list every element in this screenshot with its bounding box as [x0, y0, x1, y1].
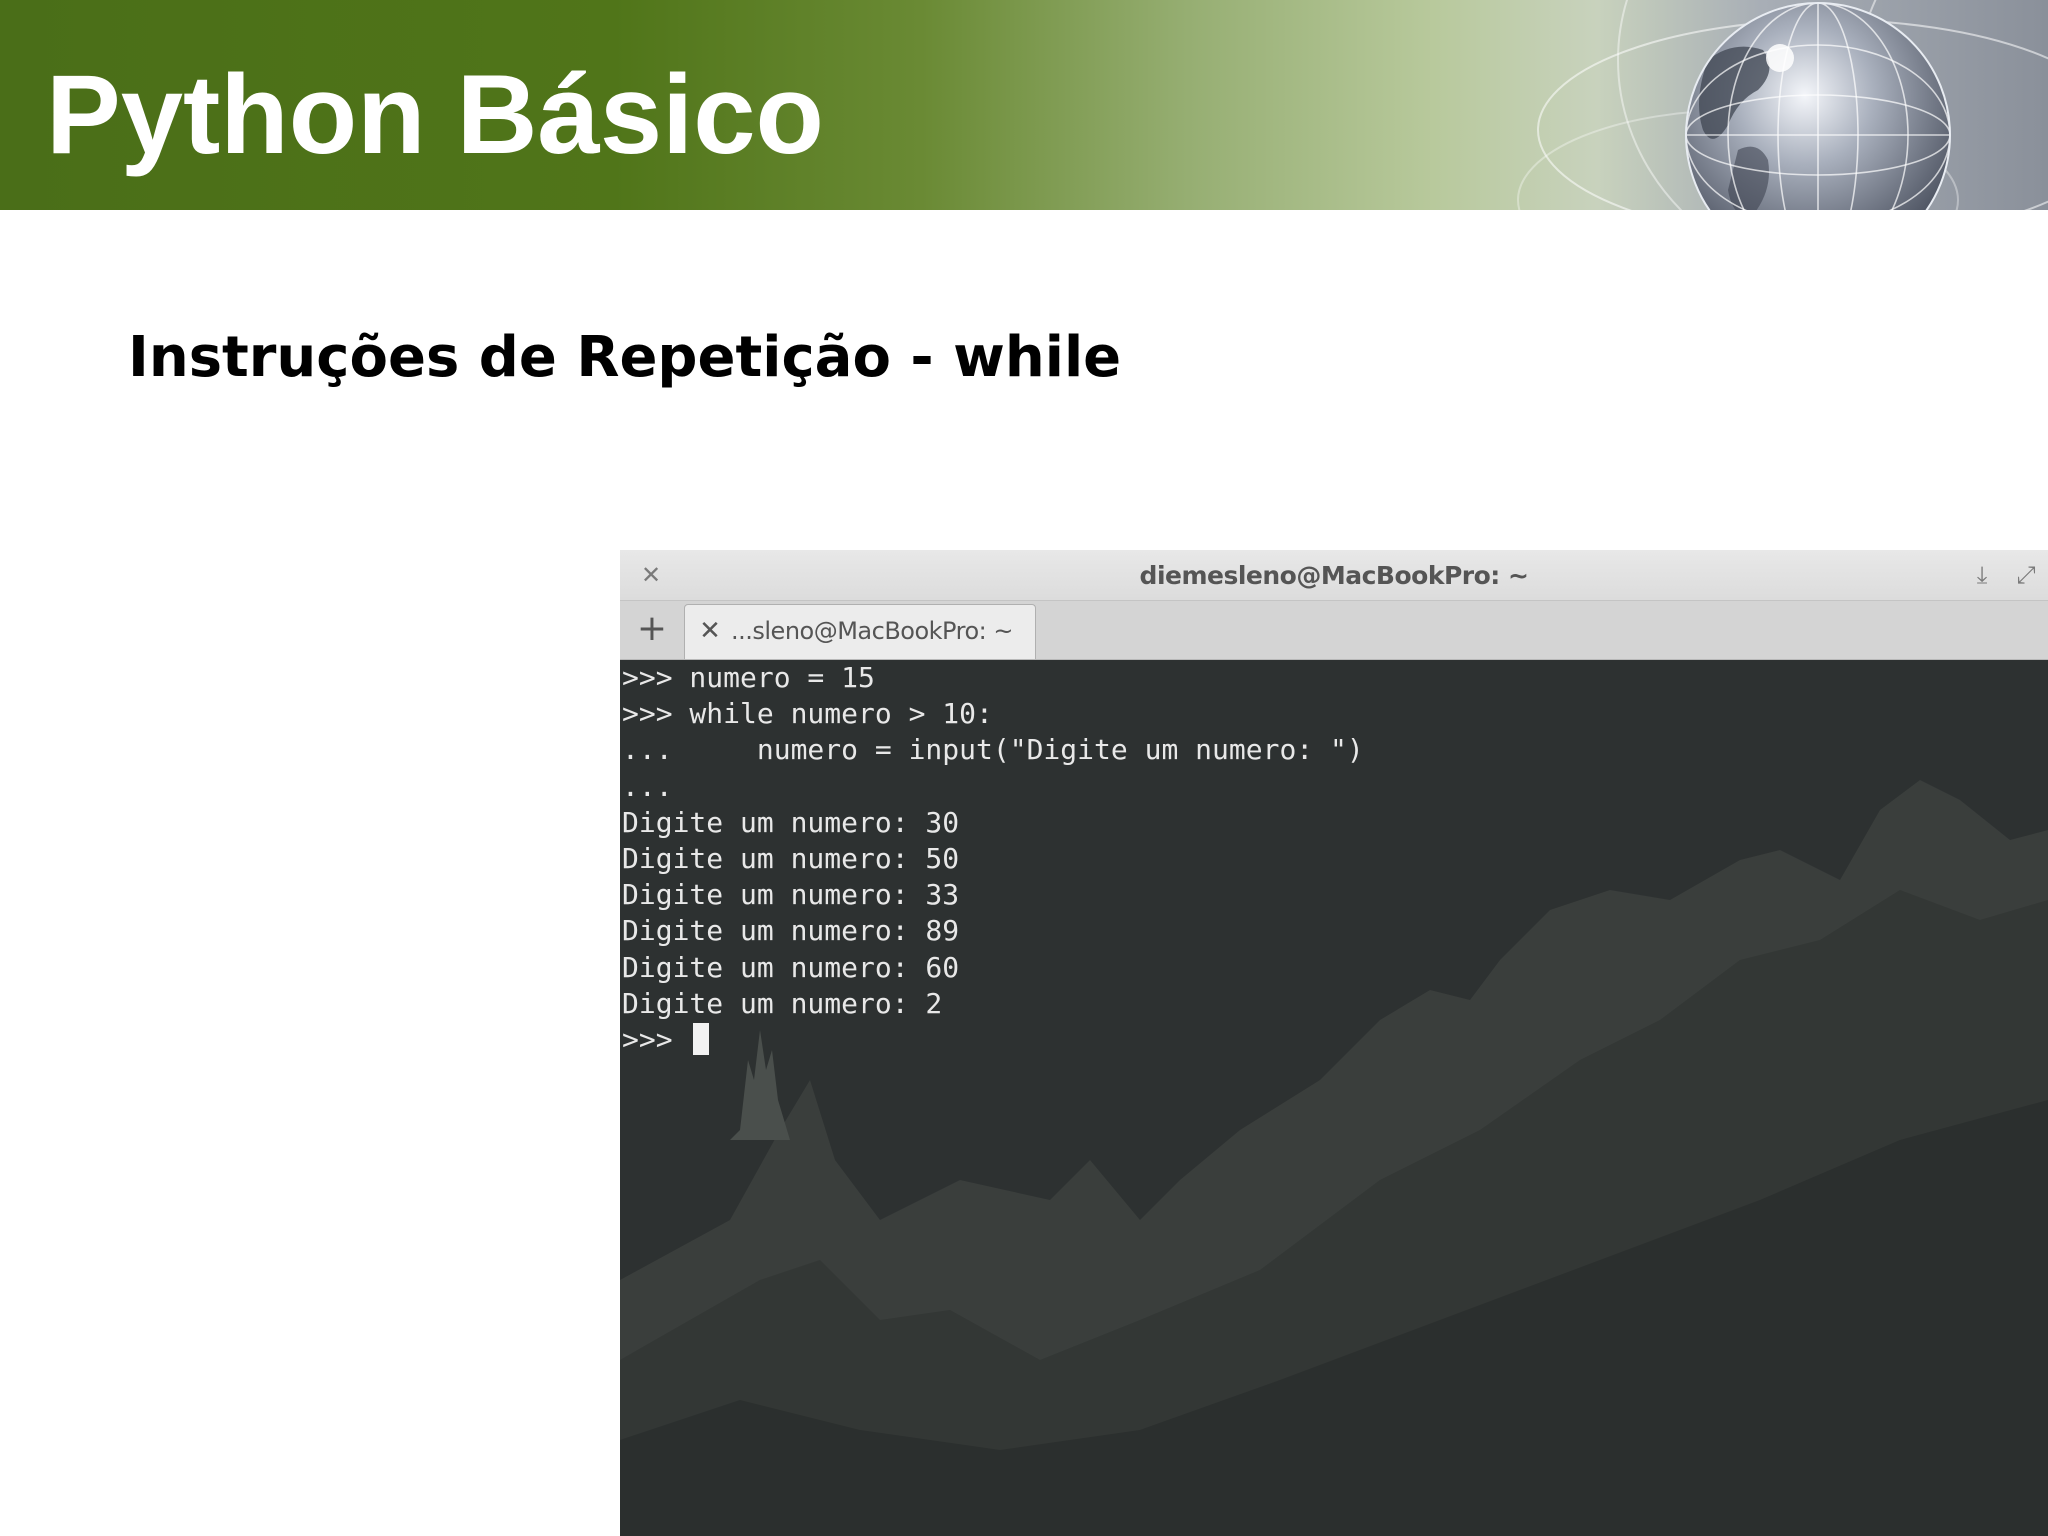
maximize-icon[interactable]: ⤢	[2012, 560, 2040, 590]
terminal-prompt-line[interactable]: >>>	[622, 1022, 1364, 1058]
terminal-output[interactable]: >>> numero = 15 >>> while numero > 10: .…	[620, 660, 2048, 1536]
terminal-line: Digite um numero: 2	[622, 986, 943, 1020]
download-icon[interactable]: ⤓	[1968, 560, 1996, 590]
terminal-line: ...	[622, 769, 673, 803]
window-title: diemesleno@MacBookPro: ~	[1139, 561, 1529, 590]
header-banner: Python Básico	[0, 0, 2048, 210]
globe-icon	[1517, 0, 2048, 210]
terminal-line: Digite um numero: 89	[622, 914, 960, 948]
terminal-line: >>> while numero > 10:	[622, 697, 993, 731]
slide-subtitle: Instruções de Repetição - while	[128, 325, 1122, 390]
tab-close-icon[interactable]: ✕	[697, 613, 723, 649]
terminal-line: Digite um numero: 50	[622, 841, 960, 875]
terminal-line: >>> numero = 15	[622, 661, 875, 694]
terminal-titlebar[interactable]: ✕ diemesleno@MacBookPro: ~ ⤓ ⤢	[620, 550, 2048, 601]
text-cursor	[693, 1022, 710, 1055]
page-title: Python Básico	[46, 52, 824, 177]
terminal-lines: >>> numero = 15 >>> while numero > 10: .…	[622, 660, 1364, 1058]
terminal-line: Digite um numero: 30	[622, 805, 960, 839]
terminal-tab[interactable]: ✕ ...sleno@MacBookPro: ~	[684, 604, 1036, 659]
terminal-line: ... numero = input("Digite um numero: ")	[622, 733, 1364, 767]
new-tab-button[interactable]: +	[634, 609, 670, 649]
terminal-line: Digite um numero: 33	[622, 878, 960, 912]
terminal-prompt: >>>	[622, 1022, 690, 1056]
terminal-window[interactable]: ✕ diemesleno@MacBookPro: ~ ⤓ ⤢ + ✕ ...sl…	[620, 550, 2048, 1536]
terminal-line: Digite um numero: 60	[622, 950, 960, 984]
tab-label: ...sleno@MacBookPro: ~	[731, 617, 1013, 645]
slide: Python Básico Instruções de Repetição - …	[0, 0, 2048, 1536]
